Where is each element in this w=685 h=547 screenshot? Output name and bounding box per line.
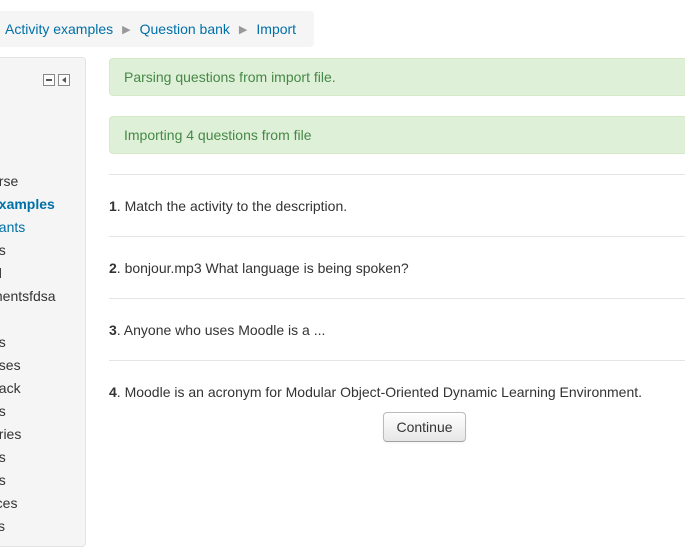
nav-item-participants[interactable]: pants — [0, 216, 85, 239]
continue-button[interactable]: Continue — [383, 412, 466, 442]
question-item: 3. Anyone who uses Moodle is a ... — [109, 299, 685, 361]
nav-item-lessons[interactable]: ns — [0, 446, 85, 469]
nav-item-surveys[interactable]: ys — [0, 515, 85, 538]
nav-spacer — [0, 308, 85, 331]
nav-item-general[interactable]: al — [0, 262, 85, 285]
breadcrumb-link-activity-examples[interactable]: Activity examples — [5, 21, 113, 37]
alert-importing: Importing 4 questions from file — [109, 116, 685, 154]
nav-item-files[interactable]: es — [0, 400, 85, 423]
nav-item-activities[interactable]: es — [0, 331, 85, 354]
breadcrumb-link-question-bank[interactable]: Question bank — [140, 21, 230, 37]
nav-item-resources[interactable]: rces — [0, 492, 85, 515]
nav-item-databases[interactable]: ases — [0, 354, 85, 377]
nav-item-activity-examples[interactable]: examples — [0, 193, 85, 216]
dock-icon[interactable] — [58, 74, 70, 86]
block-title: l — [0, 70, 1, 86]
question-number: 3 — [109, 321, 117, 338]
nav-item-badges[interactable]: es — [0, 239, 85, 262]
nav-item-assignments[interactable]: mentsfdsa — [0, 285, 85, 308]
breadcrumb-separator-icon: ▶ — [122, 23, 131, 36]
nav-item-feedback[interactable]: back — [0, 377, 85, 400]
main-content: Parsing questions from import file. Impo… — [109, 58, 685, 423]
continue-wrap: Continue — [383, 412, 466, 442]
breadcrumb-separator-icon: ▶ — [238, 23, 248, 36]
breadcrumb-link-import[interactable]: Import — [256, 21, 296, 37]
breadcrumb: Activity examples ▶ Question bank ▶ Impo… — [0, 11, 314, 47]
block-controls — [43, 74, 70, 86]
question-list: 1. Match the activity to the description… — [109, 174, 685, 423]
question-text: . bonjour.mp3 What language is being spo… — [116, 259, 409, 276]
nav-list: urse examples pants es al mentsfdsa es a… — [0, 170, 85, 538]
alert-parsing: Parsing questions from import file. — [109, 58, 685, 96]
nav-item-quizzes[interactable]: es — [0, 469, 85, 492]
navigation-block: l urse examples pants es al mentsfdsa es… — [0, 57, 86, 547]
question-text: . Moodle is an acronym for Modular Objec… — [116, 384, 643, 400]
nav-item-course[interactable]: urse — [0, 170, 85, 193]
question-item: 2. bonjour.mp3 What language is being sp… — [109, 237, 685, 299]
question-text: . Match the activity to the description. — [116, 197, 348, 214]
question-number: 2 — [109, 259, 117, 276]
question-number: 4 — [109, 384, 117, 400]
question-item: 1. Match the activity to the description… — [109, 175, 685, 237]
question-text: . Anyone who uses Moodle is a ... — [116, 321, 326, 338]
question-number: 1 — [109, 197, 117, 214]
minus-icon[interactable] — [43, 74, 55, 86]
nav-item-glossaries[interactable]: aries — [0, 423, 85, 446]
